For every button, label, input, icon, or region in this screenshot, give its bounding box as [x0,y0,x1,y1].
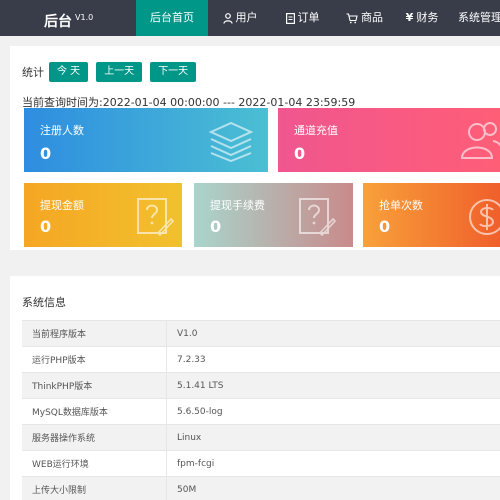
prev-day-button[interactable]: 上一天 [96,62,143,82]
system-info-table: 当前程序版本 V1.0 运行PHP版本 7.2.33 ThinkPHP版本 5.1.4… [22,320,500,500]
row-value: fpm-fcgi [177,458,215,469]
card-title: 提现金额 [40,199,84,212]
table-row: 上传大小限制 50M [22,477,500,500]
stat-card-registrations: 注册人数 0 [24,108,268,172]
stat-card-grab-count: 抢单次数 0 [363,183,500,247]
row-value: 7.2.33 [177,354,206,365]
nav-item-finance[interactable]: ¥ 财务 [396,0,448,36]
system-info-panel: 系统信息 当前程序版本 V1.0 运行PHP版本 7.2.33 ThinkPHP版本… [10,276,500,500]
stat-card-withdraw-amount: 提现金额 0 [24,183,182,247]
row-value: 50M [177,484,197,495]
card-value: 0 [40,144,52,163]
row-key: 当前程序版本 [22,321,167,346]
order-icon [285,12,295,24]
row-key: 服务器操作系统 [22,425,167,450]
nav-item-label: 财务 [416,11,439,24]
card-title: 通道充值 [294,124,338,137]
nav-item-users[interactable]: 用户 [208,0,272,36]
cart-icon [346,12,358,24]
table-row: 当前程序版本 V1.0 [22,321,500,347]
row-key: MySQL数据库版本 [22,399,167,424]
nav-item-label: 后台首页 [150,11,194,24]
card-title: 注册人数 [40,124,84,137]
card-value: 0 [294,144,306,163]
brand-version: V1.0 [75,13,94,22]
top-navbar: 后台 V1.0 后台首页 用户 订单 商品 ¥ 财务 系统管理 [0,0,500,36]
row-key: ThinkPHP版本 [22,373,167,398]
table-row: WEB运行环境 fpm-fcgi [22,451,500,477]
dollar-icon [469,199,500,235]
row-value: 5.1.41 LTS [177,380,224,391]
user-icon [222,12,233,24]
stat-card-withdraw-fee: 提现手续费 0 [194,183,353,247]
nav-item-label: 系统管理 [458,11,500,24]
row-key: 运行PHP版本 [22,347,167,372]
system-info-title: 系统信息 [22,296,66,309]
question-edit-icon [299,198,336,237]
table-row: 服务器操作系统 Linux [22,425,500,451]
question-edit-icon [137,198,174,237]
row-value: 5.6.50-log [177,406,223,417]
card-value: 0 [210,217,222,236]
table-row: 运行PHP版本 7.2.33 [22,347,500,373]
next-day-button[interactable]: 下一天 [150,62,197,82]
row-key: WEB运行环境 [22,451,167,476]
date-filter: 统计 今 天 上一天 下一天 [22,62,204,82]
nav-item-label: 商品 [361,11,383,24]
table-row: MySQL数据库版本 5.6.50-log [22,399,500,425]
main-nav: 后台首页 用户 订单 商品 ¥ 财务 系统管理 [136,0,500,36]
stats-label: 统计 [22,66,44,79]
card-value: 0 [379,217,391,236]
stat-card-recharge: 通道充值 0 [278,108,500,172]
nav-item-system[interactable]: 系统管理 [448,0,500,36]
nav-item-products[interactable]: 商品 [333,0,396,36]
brand-name: 后台 [44,14,72,30]
table-row: ThinkPHP版本 5.1.41 LTS [22,373,500,399]
card-value: 0 [40,217,52,236]
card-title: 抢单次数 [379,199,423,212]
row-value: V1.0 [177,328,198,339]
stats-panel: 统计 今 天 上一天 下一天 当前查询时间为:2022-01-04 00:00:… [10,46,500,250]
card-title: 提现手续费 [210,199,265,212]
layers-icon [208,121,254,162]
today-button[interactable]: 今 天 [49,62,89,82]
row-value: Linux [177,432,202,443]
nav-item-label: 订单 [297,11,320,24]
nav-item-home[interactable]: 后台首页 [136,0,208,36]
row-key: 上传大小限制 [22,477,167,500]
nav-item-label: 用户 [235,11,258,24]
users-icon [460,122,500,159]
brand-logo: 后台 V1.0 [44,0,93,36]
yen-icon: ¥ [405,11,414,24]
nav-item-orders[interactable]: 订单 [272,0,333,36]
